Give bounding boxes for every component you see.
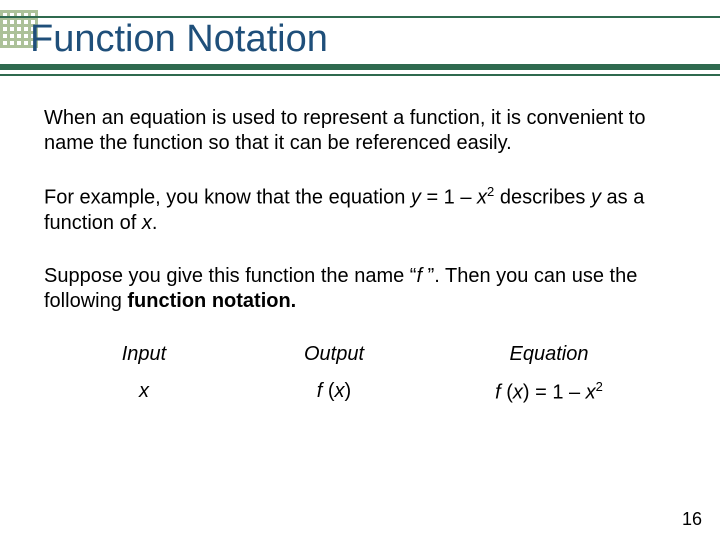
exponent: 2	[596, 379, 603, 394]
text-run: (	[322, 380, 334, 402]
text-run: .	[152, 212, 158, 234]
text-run: (	[501, 381, 513, 403]
paragraph-suppose: Suppose you give this function the name …	[44, 264, 676, 314]
text-run: Suppose you give this function the name …	[44, 265, 416, 287]
col-head-output: Output	[234, 342, 434, 367]
slide-title: Function Notation	[30, 18, 328, 61]
notation-columns-header: Input Output Equation	[44, 342, 676, 373]
slide-header: Function Notation	[0, 0, 720, 76]
text-run: describes	[494, 187, 591, 209]
text-run: For example, you know that the equation	[44, 187, 411, 209]
var-y: y	[411, 187, 421, 209]
text-run: )	[345, 380, 352, 402]
bold-term: function notation.	[127, 290, 296, 312]
text-run: = 1 –	[421, 187, 477, 209]
var-x: x	[335, 380, 345, 402]
paragraph-intro: When an equation is used to represent a …	[44, 106, 676, 156]
var-x: x	[586, 381, 596, 403]
notation-columns-values: x f (x) f (x) = 1 – x2	[44, 379, 676, 406]
col-val-output: f (x)	[234, 379, 434, 406]
col-val-equation: f (x) = 1 – x2	[434, 379, 664, 406]
var-x: x	[142, 212, 152, 234]
var-x: x	[513, 381, 523, 403]
header-thin-rule-bottom	[0, 74, 720, 76]
slide-body: When an equation is used to represent a …	[0, 76, 720, 405]
paragraph-example: For example, you know that the equation …	[44, 184, 676, 236]
page-number: 16	[682, 509, 702, 530]
col-val-input: x	[54, 379, 234, 406]
text-run: ) = 1 –	[523, 381, 586, 403]
var-y: y	[591, 187, 601, 209]
col-head-input: Input	[54, 342, 234, 367]
header-thick-rule	[0, 64, 720, 70]
col-head-equation: Equation	[434, 342, 664, 367]
var-x: x	[477, 187, 487, 209]
